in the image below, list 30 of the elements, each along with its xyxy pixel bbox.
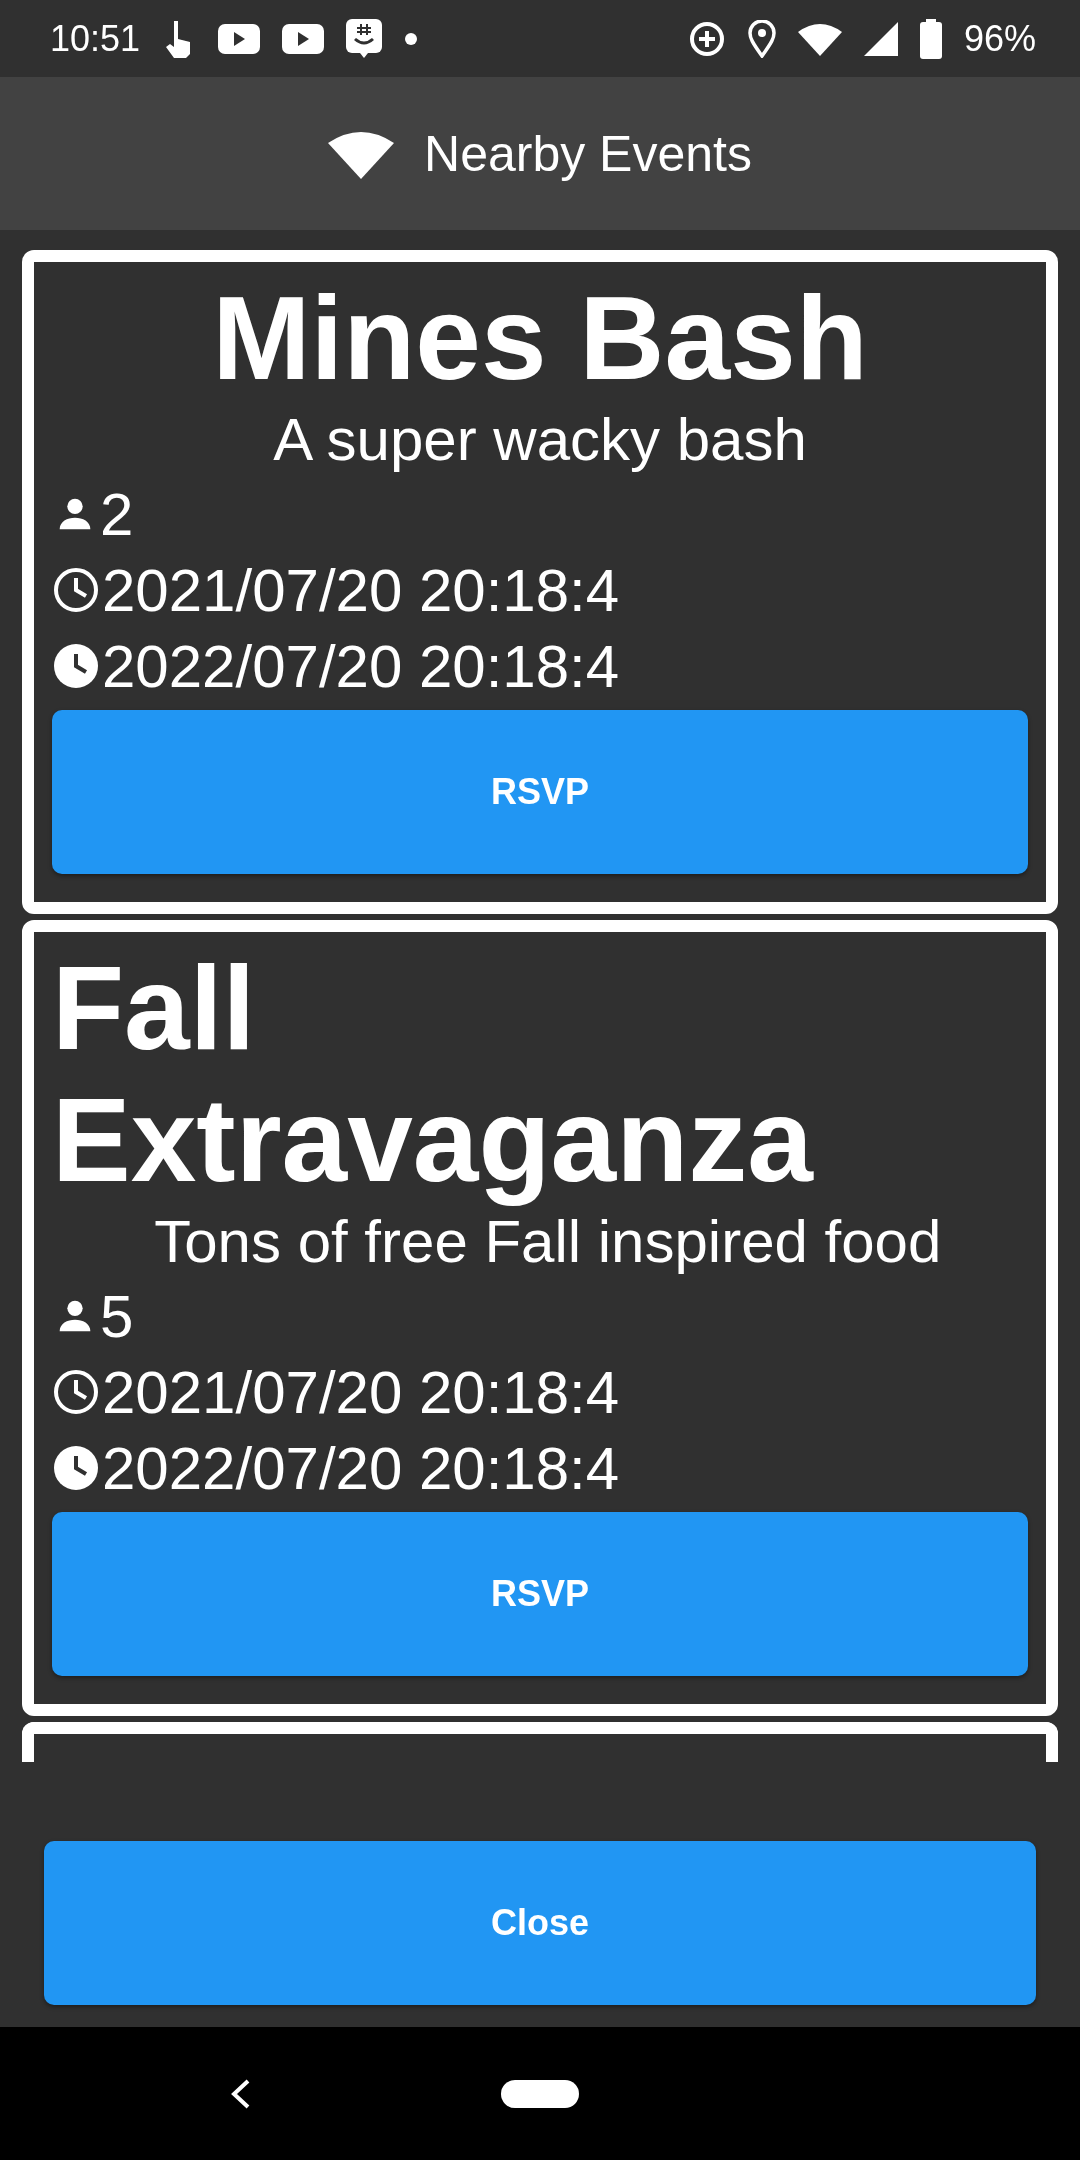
data-saver-icon [687,19,726,58]
play-icon [218,23,261,54]
play-icon [282,23,325,54]
signal-icon [863,21,898,56]
clock-icon [52,566,100,614]
event-description: Tons of free Fall inspired food [153,1207,943,1277]
home-icon [501,2079,579,2108]
clock-icon [52,642,100,690]
rsvp-button[interactable]: RSVP [52,1512,1028,1676]
location-icon [747,19,776,58]
start-time: 2021/07/20 20:18:4 [102,1357,620,1427]
event-title: Fall Extravaganza [52,942,815,1206]
event-title: Mines Bash [211,272,869,404]
clock-icon [52,1368,100,1416]
header-title: Nearby Events [424,124,752,183]
rsvp-button[interactable]: RSVP [52,710,1028,874]
status-time: 10:51 [50,17,141,60]
dot-icon [404,31,419,46]
chat-icon [346,18,383,59]
battery-percent: 96% [963,17,1036,60]
clock-icon [52,1444,100,1492]
wifi-icon [797,21,842,56]
close-button[interactable]: Close [44,1841,1036,2005]
event-description: A super wacky bash [272,405,808,475]
start-time: 2021/07/20 20:18:4 [102,555,620,625]
attendee-count: 2 [100,479,134,549]
battery-icon [919,18,942,59]
end-time: 2022/07/20 20:18:4 [102,1433,620,1503]
end-time: 2022/07/20 20:18:4 [102,631,620,701]
attendee-count: 5 [100,1281,134,1351]
